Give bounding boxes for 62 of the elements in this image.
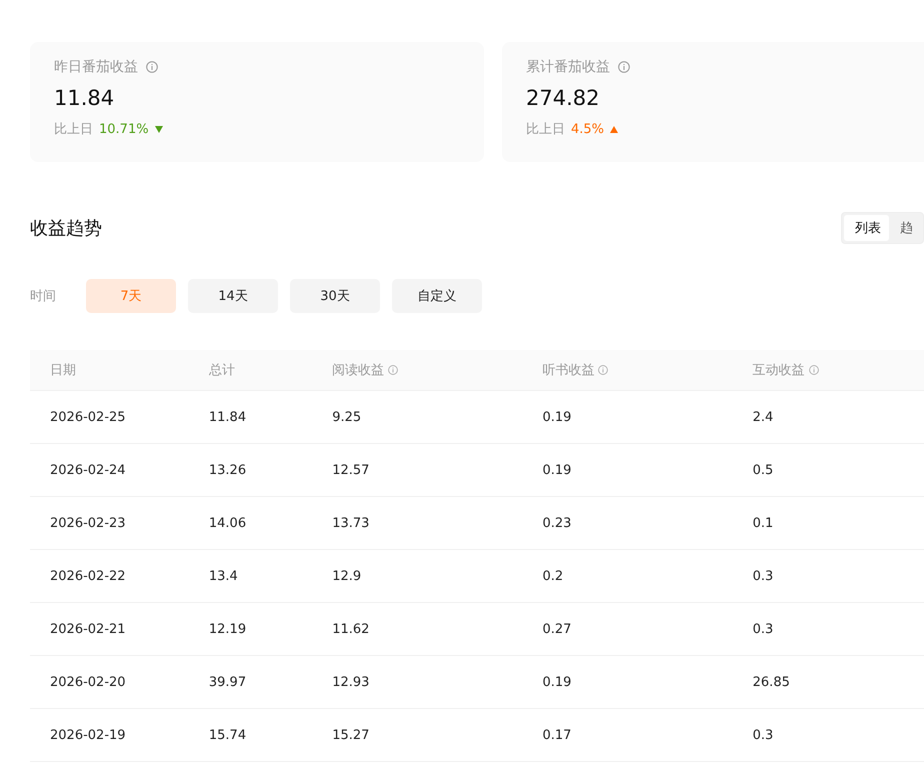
view-tab[interactable]: 趋: [889, 215, 921, 241]
table-cell: 14.06: [208, 516, 246, 530]
table-cell: 2026-02-24: [50, 462, 126, 478]
table-cell: 2.4: [752, 410, 774, 424]
compare-label: 比上日: [526, 121, 565, 138]
column-header: 日期: [50, 362, 76, 379]
table-cell: 12.57: [332, 462, 370, 478]
column-header: 听书收益: [542, 362, 594, 379]
table-cell: 2026-02-23: [50, 516, 126, 530]
table-cell: 2026-02-21: [50, 622, 126, 636]
info-icon[interactable]: [618, 61, 630, 73]
table-cell: 0.5: [752, 462, 774, 478]
compare-label: 比上日: [54, 121, 93, 138]
time-range-button[interactable]: 自定义: [392, 279, 482, 313]
table-cell: 0.27: [542, 622, 572, 636]
filter-label: 时间: [30, 288, 57, 305]
table-cell: 13.26: [208, 462, 246, 478]
change-value: 10.71%: [99, 122, 149, 136]
info-icon[interactable]: [388, 365, 398, 375]
table-cell: 39.97: [208, 674, 246, 690]
time-range-button[interactable]: 14天: [188, 279, 278, 313]
view-tab[interactable]: 列表: [844, 215, 889, 241]
table-cell: 0.23: [542, 516, 572, 530]
column-header: 互动收益: [752, 362, 805, 379]
stat-value: 274.82: [526, 86, 600, 110]
table-cell: 0.3: [752, 568, 774, 584]
stat-value: 11.84: [54, 86, 116, 110]
table-cell: 11.84: [208, 410, 246, 424]
table-cell: 9.25: [332, 410, 362, 424]
down-triangle-icon: [154, 126, 163, 132]
table-cell: 0.19: [542, 462, 572, 478]
info-icon[interactable]: [808, 365, 819, 375]
table-cell: 12.19: [208, 622, 246, 636]
table-cell: 12.93: [332, 674, 370, 690]
stat-label: 昨日番茄收益: [54, 58, 138, 76]
table-cell: 2026-02-25: [50, 410, 126, 424]
change-value: 4.5%: [571, 122, 604, 136]
column-header: 阅读收益: [332, 362, 384, 379]
stat-label: 累计番茄收益: [526, 58, 610, 76]
table-cell: 0.3: [752, 728, 774, 742]
time-range-button[interactable]: 30天: [290, 279, 380, 313]
table-cell: 13.73: [332, 516, 370, 530]
info-icon[interactable]: [598, 365, 608, 375]
table-cell: 0.19: [542, 410, 572, 424]
column-header: 总计: [208, 362, 235, 379]
up-triangle-icon: [610, 126, 618, 132]
section-title: 收益趋势: [30, 217, 102, 240]
table-cell: 0.3: [752, 622, 774, 636]
table-cell: 26.85: [752, 674, 790, 690]
table-cell: 13.4: [208, 568, 238, 584]
table-cell: 0.2: [542, 568, 564, 584]
table-cell: 2026-02-20: [50, 674, 126, 690]
table-cell: 0.1: [752, 516, 774, 530]
table-cell: 15.27: [332, 728, 370, 742]
table-cell: 2026-02-22: [50, 568, 126, 584]
table-cell: 15.74: [208, 728, 246, 742]
table-cell: 0.19: [542, 674, 572, 690]
info-icon[interactable]: [146, 61, 158, 73]
table-cell: 2026-02-19: [50, 728, 126, 742]
table-cell: 11.62: [332, 622, 370, 636]
table-cell: 12.9: [332, 568, 362, 584]
table-cell: 0.17: [542, 728, 572, 742]
